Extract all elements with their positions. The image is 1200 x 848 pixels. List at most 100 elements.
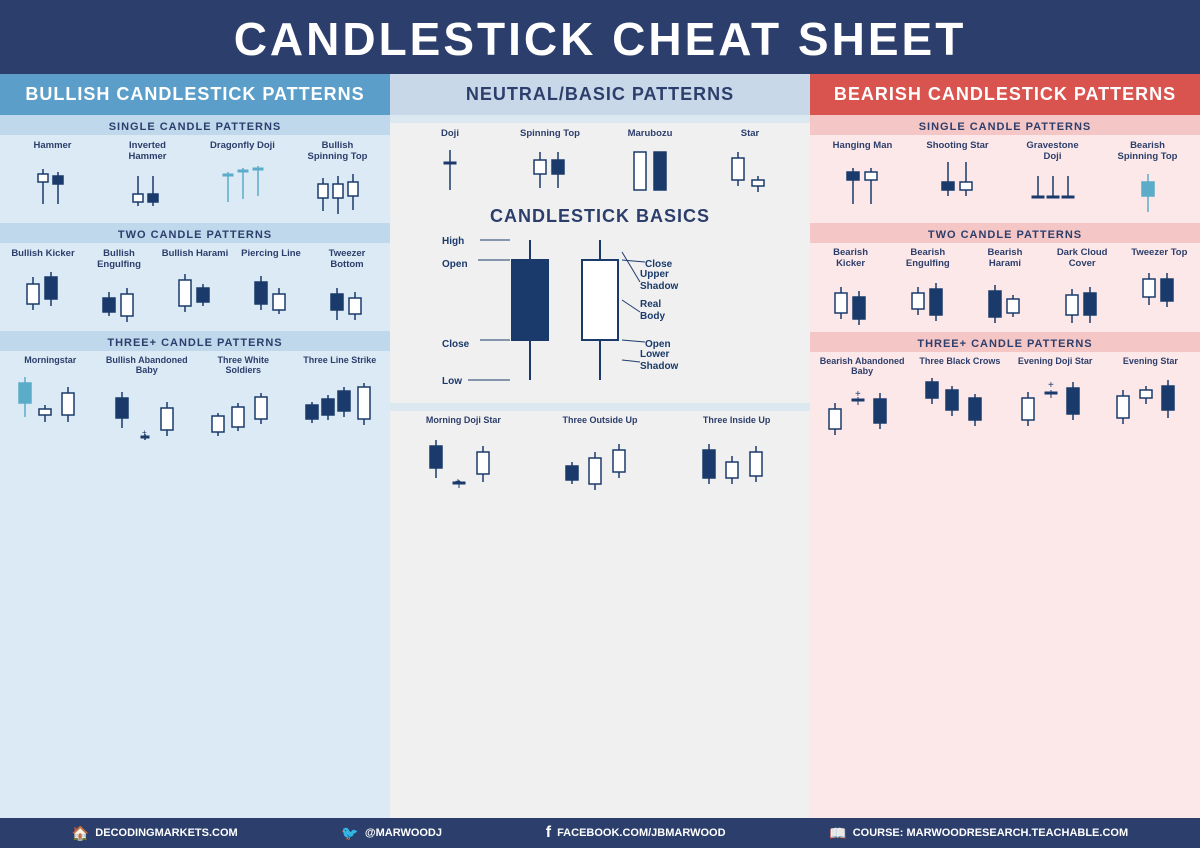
bullish-single-row: Hammer Inverted Hammer xyxy=(0,135,390,223)
list-item: Hammer xyxy=(18,140,88,209)
bearish-kicker-chart xyxy=(821,273,881,328)
pattern-label: Three White Soldiers xyxy=(201,355,286,377)
pattern-label: Doji xyxy=(441,128,459,139)
facebook-text: FACEBOOK.COM/JBMARWOOD xyxy=(557,827,725,839)
pattern-label: Piercing Line xyxy=(241,248,301,259)
three-line-strike-chart xyxy=(300,367,380,432)
pattern-label: Dragonfly Doji xyxy=(210,140,275,151)
twitter-text: @MARWOODJ xyxy=(365,827,442,839)
pattern-label: Hammer xyxy=(33,140,71,151)
svg-text:Real: Real xyxy=(640,299,661,310)
list-item: Piercing Line xyxy=(236,248,306,317)
list-item: Three Black Crows xyxy=(917,356,1002,445)
list-item: Bearish Spinning Top xyxy=(1113,140,1183,221)
inverted-hammer-chart xyxy=(118,166,178,221)
content-area: BULLISH CANDLESTICK PATTERNS SINGLE CAND… xyxy=(0,74,1200,818)
morningstar-chart xyxy=(10,367,90,432)
svg-text:Shadow: Shadow xyxy=(640,281,679,292)
list-item: Bullish Abandoned Baby + xyxy=(104,355,189,444)
three-inside-up-chart xyxy=(694,428,779,493)
pattern-label: Three Line Strike xyxy=(303,355,376,366)
bearish-two-header: TWO CANDLE PATTERNS xyxy=(810,223,1200,243)
main-title: CANDLESTICK CHEAT SHEET xyxy=(0,12,1200,66)
three-white-soldiers-chart xyxy=(203,378,283,443)
footer-website: 🏠 DECODINGMARKETS.COM xyxy=(72,825,238,842)
list-item: Tweezer Top xyxy=(1129,247,1189,316)
list-item: Three Outside Up xyxy=(557,415,642,493)
list-item: Inverted Hammer xyxy=(113,140,183,221)
pattern-label: Hanging Man xyxy=(833,140,893,151)
neutral-header: NEUTRAL/BASIC PATTERNS xyxy=(390,74,810,115)
header: CANDLESTICK CHEAT SHEET xyxy=(0,0,1200,74)
bearish-title: BEARISH CANDLESTICK PATTERNS xyxy=(815,84,1195,105)
bearish-three-row: Bearish Abandoned Baby + xyxy=(810,352,1200,449)
pattern-label: Bullish Spinning Top xyxy=(303,140,373,163)
morning-doji-chart: + xyxy=(421,428,506,493)
list-item: Hanging Man xyxy=(828,140,898,209)
list-item: Evening Star xyxy=(1108,356,1193,445)
pattern-label: Three Outside Up xyxy=(562,415,637,426)
bullish-kicker-chart xyxy=(13,262,73,317)
list-item: Three Inside Up xyxy=(694,415,779,493)
bearish-single-row: Hanging Man Shooting Star xyxy=(810,135,1200,223)
main-container: CANDLESTICK CHEAT SHEET BULLISH CANDLEST… xyxy=(0,0,1200,848)
home-icon: 🏠 xyxy=(72,825,89,842)
doji-chart xyxy=(420,142,480,197)
footer: 🏠 DECODINGMARKETS.COM 🐦 @MARWOODJ f FACE… xyxy=(0,818,1200,848)
bullish-single-header: SINGLE CANDLE PATTERNS xyxy=(0,115,390,135)
list-item: Bullish Harami xyxy=(160,248,230,317)
svg-text:High: High xyxy=(442,236,464,247)
tweezer-top-chart xyxy=(1129,261,1189,316)
pattern-label: Tweezer Bottom xyxy=(312,248,382,271)
bullish-engulfing-chart xyxy=(89,274,149,329)
bearish-spinning-top-chart xyxy=(1118,166,1178,221)
pattern-label: Three Black Crows xyxy=(919,356,1000,367)
svg-text:Lower: Lower xyxy=(640,349,670,360)
neutral-title: NEUTRAL/BASIC PATTERNS xyxy=(395,84,805,105)
list-item: Morningstar xyxy=(8,355,93,444)
bullish-section: BULLISH CANDLESTICK PATTERNS SINGLE CAND… xyxy=(0,74,390,818)
pattern-label: Evening Star xyxy=(1123,356,1178,367)
dragonfly-doji-chart xyxy=(213,154,273,209)
website-text: DECODINGMARKETS.COM xyxy=(95,827,237,839)
list-item: Gravestone Doji xyxy=(1018,140,1088,221)
pattern-label: Tweezer Top xyxy=(1131,247,1187,258)
bullish-harami-chart xyxy=(165,262,225,317)
gravestone-doji-chart xyxy=(1023,166,1083,221)
list-item: Bearish Kicker xyxy=(821,247,881,328)
course-text: COURSE: MARWOODRESEARCH.TEACHABLE.COM xyxy=(853,827,1128,839)
evening-doji-chart: + xyxy=(1013,368,1098,433)
list-item: Evening Doji Star + xyxy=(1013,356,1098,445)
list-item: Three White Soldiers xyxy=(201,355,286,444)
pattern-label: Three Inside Up xyxy=(703,415,771,426)
evening-star-chart xyxy=(1108,368,1193,433)
pattern-label: Bearish Kicker xyxy=(821,247,881,270)
list-item: Bearish Abandoned Baby + xyxy=(817,356,907,445)
bullish-two-header: TWO CANDLE PATTERNS xyxy=(0,223,390,243)
footer-twitter: 🐦 @MARWOODJ xyxy=(341,825,442,842)
pattern-label: Bullish Harami xyxy=(162,248,229,259)
bearish-section: BEARISH CANDLESTICK PATTERNS SINGLE CAND… xyxy=(810,74,1200,818)
list-item: Bearish Harami xyxy=(975,247,1035,328)
neutral-section: NEUTRAL/BASIC PATTERNS Doji Spinning Top xyxy=(390,74,810,818)
basics-diagram: High Open Close Low Upper Shadow Real xyxy=(440,232,760,392)
pattern-label: Gravestone Doji xyxy=(1018,140,1088,163)
neutral-three-row: Morning Doji Star + T xyxy=(390,411,810,497)
pattern-label: Bullish Engulfing xyxy=(84,248,154,271)
bullish-three-header: THREE+ CANDLE PATTERNS xyxy=(0,331,390,351)
dark-cloud-cover-chart xyxy=(1052,273,1112,328)
pattern-label: Bullish Abandoned Baby xyxy=(104,355,189,377)
star-neutral-chart xyxy=(720,142,780,197)
pattern-label: Bearish Abandoned Baby xyxy=(817,356,907,378)
spinning-top-chart xyxy=(520,142,580,197)
shooting-star-chart xyxy=(928,154,988,209)
svg-text:Open: Open xyxy=(645,339,671,350)
list-item: Tweezer Bottom xyxy=(312,248,382,329)
list-item: Bullish Kicker xyxy=(8,248,78,317)
neutral-single-row: Doji Spinning Top xyxy=(390,123,810,202)
pattern-label: Bearish Harami xyxy=(975,247,1035,270)
svg-text:Low: Low xyxy=(442,376,462,387)
bullish-title: BULLISH CANDLESTICK PATTERNS xyxy=(5,84,385,105)
hanging-man-chart xyxy=(833,154,893,209)
pattern-label: Bullish Kicker xyxy=(11,248,74,259)
